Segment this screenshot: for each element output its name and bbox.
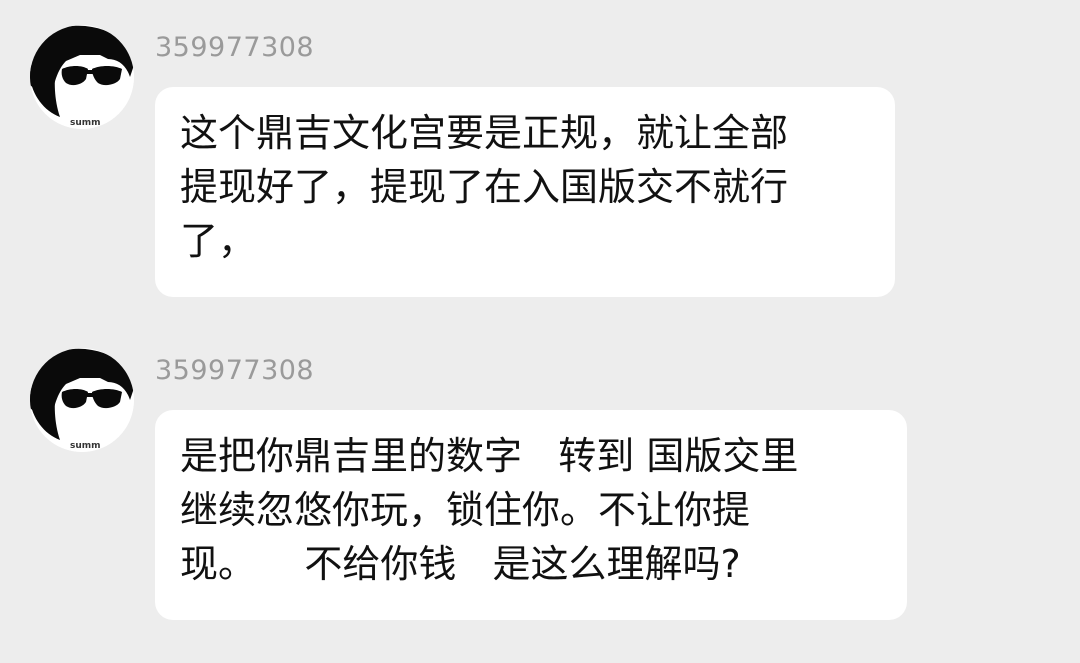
sender-id: 359977308 (155, 32, 315, 63)
message-text: 是把你鼎吉里的数字 转到 国版交里 继续忽悠你玩，锁住你。不让你提 现。 不给你… (180, 434, 799, 586)
chat-view: summ 359977308 这个鼎吉文化宫要是正规，就让全部 提现好了，提现了… (0, 0, 1080, 663)
message-row: summ 359977308 是把你鼎吉里的数字 转到 国版交里 继续忽悠你玩，… (0, 348, 1080, 638)
message-bubble[interactable]: 这个鼎吉文化宫要是正规，就让全部 提现好了，提现了在入国版交不就行 了， (155, 87, 895, 297)
message-row: summ 359977308 这个鼎吉文化宫要是正规，就让全部 提现好了，提现了… (0, 25, 1080, 300)
message-bubble[interactable]: 是把你鼎吉里的数字 转到 国版交里 继续忽悠你玩，锁住你。不让你提 现。 不给你… (155, 410, 907, 620)
message-text: 这个鼎吉文化宫要是正规，就让全部 提现好了，提现了在入国版交不就行 了， (180, 111, 789, 263)
avatar[interactable]: summ (30, 25, 134, 129)
avatar-caption: summ (70, 441, 101, 451)
avatar[interactable]: summ (30, 348, 134, 452)
sunglasses-avatar-icon: summ (30, 348, 134, 452)
sender-id: 359977308 (155, 355, 315, 386)
avatar-caption: summ (70, 118, 101, 128)
sunglasses-avatar-icon: summ (30, 25, 134, 129)
